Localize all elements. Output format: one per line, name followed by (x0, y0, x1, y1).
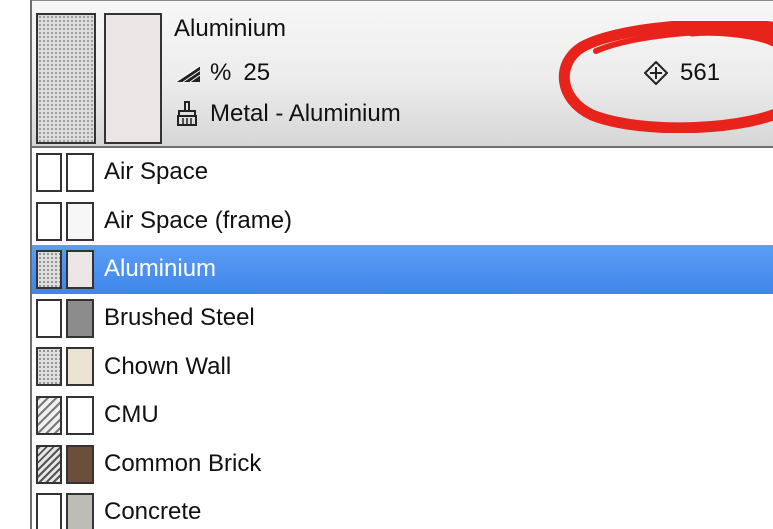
index-crosshair-icon (643, 60, 669, 86)
list-item[interactable]: Air Space (frame) (32, 197, 773, 246)
surface-swatch (66, 153, 94, 192)
surface-swatch (66, 444, 94, 484)
fill-swatch (36, 153, 62, 192)
list-item[interactable]: Aluminium (32, 245, 773, 294)
header-transparency-row: % 25 (174, 59, 270, 87)
header-index: 561 (643, 59, 721, 87)
transparency-value: 25 (243, 59, 271, 86)
list-item-label: Common Brick (104, 449, 262, 477)
fill-swatch (36, 298, 62, 338)
building-material-name: Metal - Aluminium (210, 100, 401, 127)
header-fill-swatch (36, 13, 96, 144)
fill-swatch (36, 493, 62, 529)
selected-material-header: Aluminium % 25 Metal - Aluminium 561 (32, 0, 773, 148)
list-item-label: Aluminium (104, 255, 217, 283)
transparency-percent-symbol: % (210, 59, 232, 86)
list-item[interactable]: Brushed Steel (32, 294, 773, 343)
list-item-label: Air Space (104, 158, 209, 186)
material-list: Air Space Air Space (frame) Aluminium Br… (32, 148, 773, 529)
list-item[interactable]: Common Brick (32, 440, 773, 489)
list-item[interactable]: Air Space (32, 148, 773, 197)
surface-swatch (66, 395, 94, 435)
header-surface-swatch (104, 13, 162, 144)
material-picker-panel: Aluminium % 25 Metal - Aluminium 561 Air… (30, 0, 773, 529)
transparency-icon (174, 63, 202, 83)
list-item[interactable]: Concrete (32, 488, 773, 529)
paint-brush-icon (174, 101, 200, 127)
index-value: 561 (680, 59, 721, 86)
fill-swatch (36, 444, 62, 484)
list-item[interactable]: CMU (32, 391, 773, 440)
fill-swatch (36, 250, 62, 290)
surface-swatch (66, 347, 94, 387)
list-item-label: Air Space (frame) (104, 206, 293, 234)
surface-swatch (66, 298, 94, 338)
surface-swatch (66, 250, 94, 290)
list-item[interactable]: Chown Wall (32, 342, 773, 391)
surface-swatch (66, 493, 94, 529)
surface-swatch (66, 201, 94, 241)
header-building-material-row: Metal - Aluminium (174, 100, 401, 128)
list-item-label: Brushed Steel (104, 304, 255, 332)
list-item-label: CMU (104, 401, 159, 429)
fill-swatch (36, 201, 62, 241)
list-item-label: Chown Wall (104, 352, 232, 380)
fill-swatch (36, 395, 62, 435)
fill-swatch (36, 347, 62, 387)
list-item-label: Concrete (104, 498, 202, 526)
header-material-title: Aluminium (174, 15, 287, 42)
